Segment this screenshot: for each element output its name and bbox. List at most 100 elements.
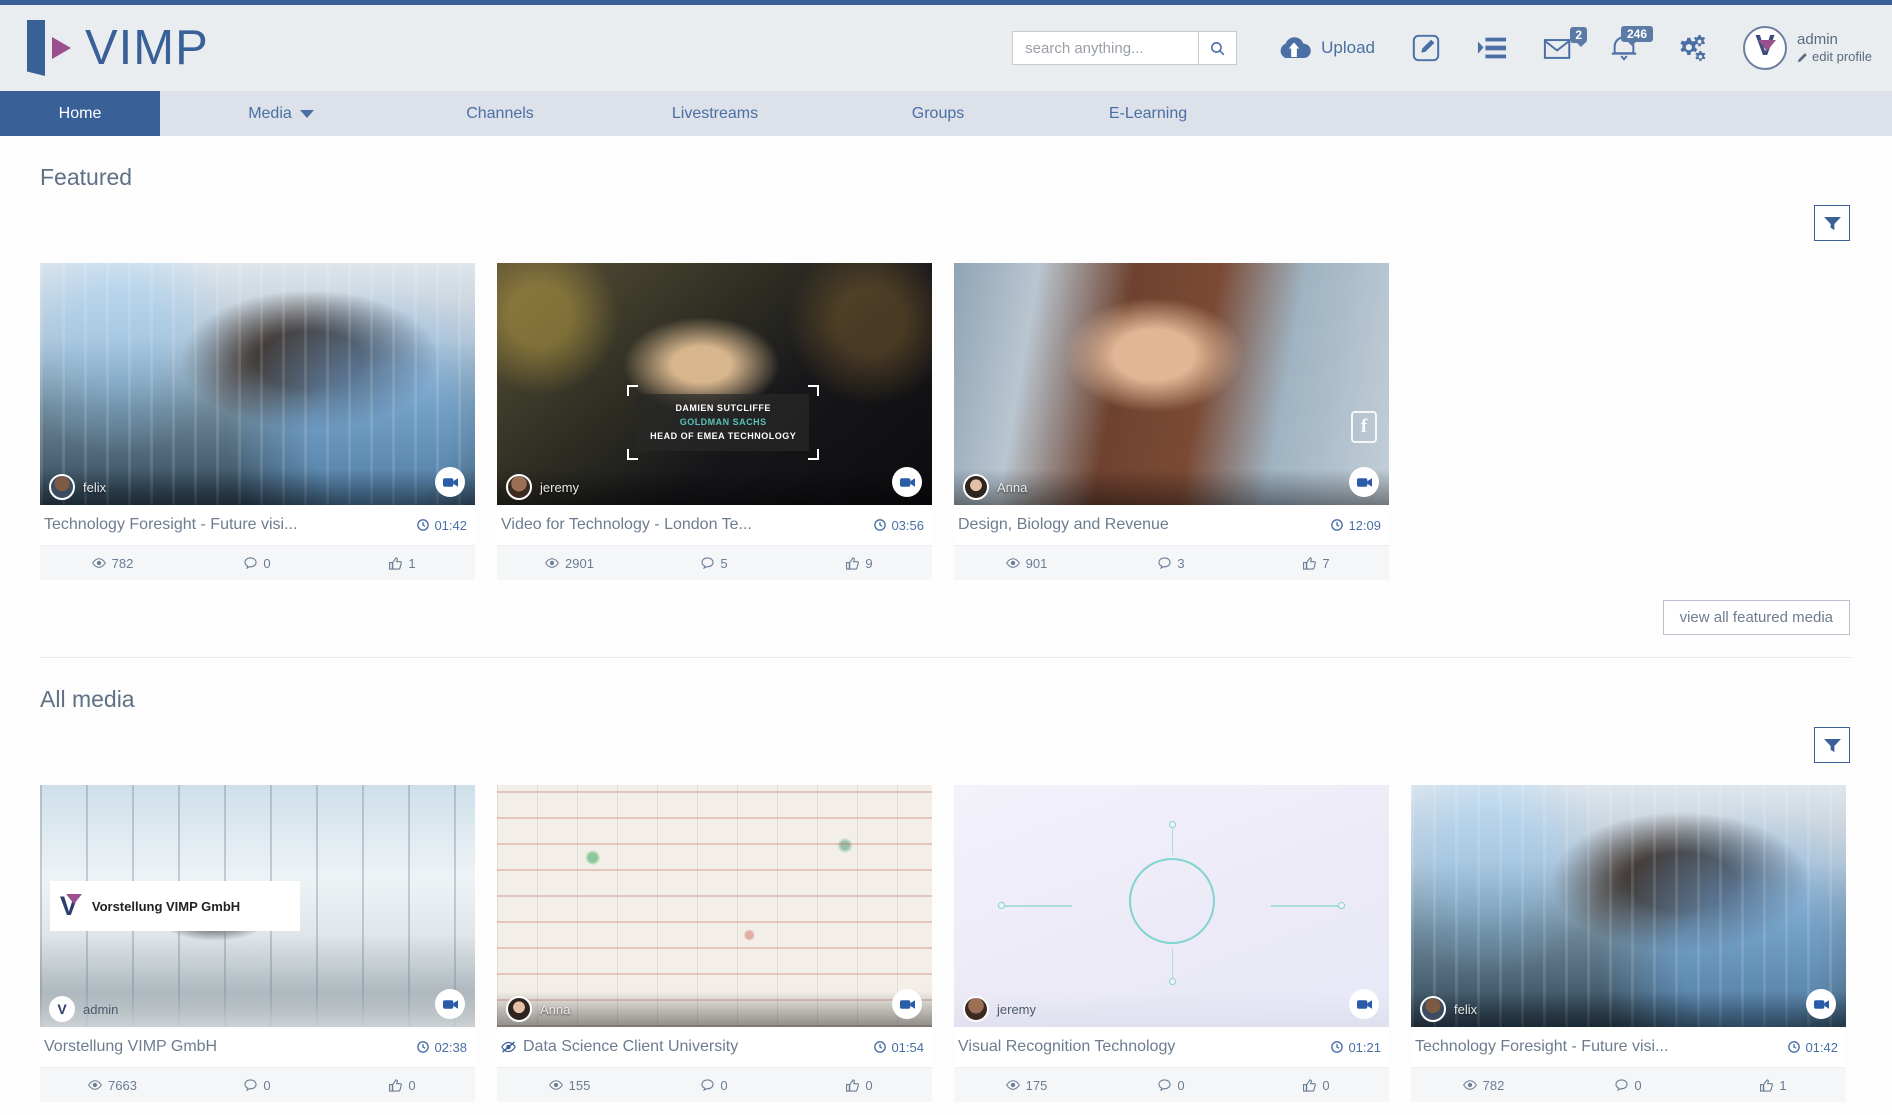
search-button[interactable] [1198,32,1237,64]
video-camera-icon [1813,999,1829,1009]
video-camera-icon [1356,999,1372,1009]
featured-filter-button[interactable] [1814,205,1850,241]
media-thumbnail[interactable]: Anna [497,785,932,1027]
comment-icon [1615,1079,1628,1091]
user-name: admin [1797,30,1838,48]
media-card[interactable]: felix Technology Foresight - Future visi… [40,263,475,580]
all-media-filter-row [0,713,1892,763]
media-duration: 01:42 [417,518,467,533]
video-type-badge [435,467,465,497]
media-card[interactable]: Anna Data Science Client University 01:5… [497,785,932,1102]
video-camera-icon [442,999,458,1009]
media-thumbnail[interactable]: felix [1411,785,1846,1027]
media-title[interactable]: Technology Foresight - Future visi... [1415,1038,1668,1056]
user-menu[interactable]: V admin edit profile [1743,26,1872,70]
nav-label: E-Learning [1108,104,1188,122]
media-card[interactable]: jeremy Visual Recognition Technology 01:… [954,785,1389,1102]
clock-icon [874,519,887,531]
nav-item-channels[interactable]: Channels [402,91,598,136]
likes-stat: 9 [787,556,932,571]
uploader-avatar [963,996,989,1022]
likes-stat: 1 [330,556,475,571]
duration-text: 01:42 [1805,1039,1838,1055]
views-count: 155 [568,1077,591,1093]
media-stats: 155 0 0 [497,1068,932,1102]
nav-item-media[interactable]: Media [160,91,402,136]
settings-button[interactable] [1675,33,1707,63]
view-all-featured-button[interactable]: view all featured media [1662,600,1850,635]
video-type-badge [1806,989,1836,1019]
media-thumbnail[interactable]: DAMIEN SUTCLIFFE GOLDMAN SACHS HEAD OF E… [497,263,932,505]
media-title[interactable]: Technology Foresight - Future visi... [44,516,297,534]
media-title[interactable]: Video for Technology - London Te... [501,516,752,534]
gear-icon [1680,34,1706,62]
uploader-name: jeremy [997,1001,1037,1017]
media-thumbnail[interactable]: jeremy [954,785,1389,1027]
video-type-badge [892,467,922,497]
media-stats: 782 0 1 [1411,1068,1846,1102]
media-thumbnail[interactable]: felix [40,263,475,505]
logo-icon [27,20,79,76]
comments-count: 3 [1177,555,1185,571]
search-icon [1211,41,1225,55]
eye-icon [545,558,559,568]
comment-icon [244,1079,257,1091]
comments-count: 0 [1634,1077,1642,1093]
eye-icon [1005,558,1020,568]
lower-third-role: HEAD OF EMEA TECHNOLOGY [650,430,797,441]
nav-item-elearning[interactable]: E-Learning [1044,91,1252,136]
video-camera-icon [899,477,915,487]
edit-profile-link[interactable]: edit profile [1797,49,1872,66]
lower-third-org: GOLDMAN SACHS [679,416,767,427]
views-count: 175 [1025,1077,1048,1093]
edit-pencil-icon [1412,34,1440,62]
thumbs-up-icon [1303,1078,1317,1092]
comments-stat: 0 [185,556,330,571]
comment-icon [1158,557,1171,569]
media-card[interactable]: f Anna Design, Biology and Revenue 12:09… [954,263,1389,580]
comments-stat: 0 [1099,1078,1244,1093]
comments-count: 0 [720,1077,728,1093]
media-card[interactable]: V Vorstellung VIMP GmbH V admin Vorstell… [40,785,475,1102]
comment-icon [701,1079,714,1091]
search-input[interactable] [1013,32,1199,64]
media-card[interactable]: DAMIEN SUTCLIFFE GOLDMAN SACHS HEAD OF E… [497,263,932,580]
media-title[interactable]: Data Science Client University [501,1038,738,1056]
messages-button[interactable]: 2 [1543,26,1588,61]
notifications-button[interactable]: 246 [1609,25,1654,62]
logo[interactable]: VIMP [27,20,209,76]
views-count: 901 [1025,555,1048,571]
nav-item-groups[interactable]: Groups [832,91,1044,136]
eye-icon [548,1080,563,1090]
eye-icon [1005,1080,1020,1090]
duration-text: 03:56 [891,517,924,533]
comments-count: 0 [1177,1077,1185,1093]
nav-item-home[interactable]: Home [0,91,160,136]
media-title[interactable]: Vorstellung VIMP GmbH [44,1038,217,1056]
media-card[interactable]: felix Technology Foresight - Future visi… [1411,785,1846,1102]
views-stat: 175 [954,1078,1099,1093]
thumbs-up-icon [1303,556,1317,570]
main-nav: Home Media Channels Livestreams Groups E… [0,91,1892,136]
likes-count: 9 [865,555,873,571]
media-title[interactable]: Design, Biology and Revenue [958,516,1169,534]
notifications-badge: 246 [1620,25,1654,46]
create-media-button[interactable] [1411,33,1441,63]
media-thumbnail[interactable]: V Vorstellung VIMP GmbH V admin [40,785,475,1027]
media-stats: 2901 5 9 [497,546,932,580]
upload-button[interactable]: Upload [1277,35,1375,62]
search-box[interactable] [1012,31,1238,65]
nav-label: Groups [911,104,965,122]
featured-card-grid: felix Technology Foresight - Future visi… [0,241,1892,580]
duration-text: 01:21 [1348,1039,1381,1055]
media-title[interactable]: Visual Recognition Technology [958,1038,1175,1056]
video-camera-icon [899,999,915,1009]
playlists-button[interactable] [1477,35,1507,61]
nav-item-livestreams[interactable]: Livestreams [598,91,832,136]
pencil-icon [1797,53,1807,63]
media-thumbnail[interactable]: f Anna [954,263,1389,505]
clock-icon [874,1041,887,1053]
all-media-filter-button[interactable] [1814,727,1850,763]
likes-stat: 1 [1701,1078,1846,1093]
video-type-badge [1349,467,1379,497]
